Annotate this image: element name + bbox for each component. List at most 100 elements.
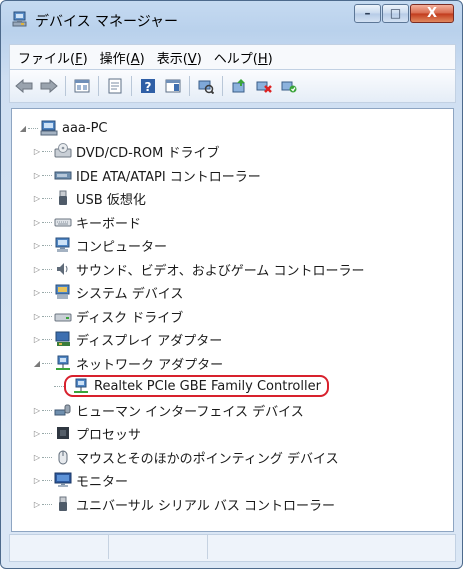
device-manager-window: デバイス マネージャー – □ X ファイル(F) 操作(A) 表示(V) ヘル… [0,0,463,569]
expand-arrow-icon[interactable]: ▷ [32,218,42,227]
title-bar[interactable]: デバイス マネージャー – □ X [1,1,462,37]
status-cell [109,535,208,559]
help-button[interactable]: ? [137,75,159,97]
tree-connector [42,503,52,505]
uninstall-device-button[interactable] [278,75,300,97]
scan-hardware-icon [198,80,214,94]
expand-arrow-icon[interactable]: ▷ [32,476,42,485]
expand-arrow-icon[interactable]: ▷ [32,453,42,462]
tree-item[interactable]: ▷ ヒューマン インターフェイス デバイス [32,399,304,421]
tree-connector [42,409,52,411]
uninstall-device-icon [281,81,297,93]
tree-item[interactable]: ▷ ディスク ドライブ [32,305,183,327]
tree-item[interactable]: ▷ システム デバイス [32,281,183,303]
status-cell [208,535,455,559]
close-button[interactable]: X [410,4,454,23]
menu-file[interactable]: ファイル(F) [18,48,88,67]
processor-icon [54,425,72,441]
expand-arrow-icon[interactable]: ▷ [32,429,42,438]
close-icon: X [426,6,438,21]
network-card-icon [72,378,90,394]
tree-item[interactable]: ▷ モニター [32,469,128,491]
toolbar-separator [131,76,132,96]
expand-arrow-icon[interactable]: ▷ [32,500,42,509]
keyboard-icon [54,214,72,230]
tree-item-label: モニター [76,474,129,490]
expand-arrow-icon[interactable]: ▷ [32,194,42,203]
console-tree-button[interactable] [104,75,126,97]
tree-item[interactable]: ▷ マウスとそのほかのポインティング デバイス [32,446,339,468]
action-pane-icon [165,79,181,93]
disable-device-button[interactable] [253,75,275,97]
tree-connector [42,197,52,199]
device-manager-icon [11,10,29,28]
computer-icon [54,237,72,253]
forward-button[interactable] [38,75,60,97]
network-adapter-icon [54,355,72,371]
toolbar-separator [222,76,223,96]
tree-item[interactable]: ▷ USB 仮想化 [32,187,146,209]
expand-arrow-icon[interactable]: ▷ [32,147,42,156]
tree-item[interactable]: ▷ ユニバーサル シリアル バス コントローラー [32,493,335,515]
expand-arrow-icon[interactable]: ▷ [32,312,42,321]
status-cell [10,535,109,559]
minimize-button[interactable]: – [354,4,381,23]
maximize-button[interactable]: □ [382,4,409,23]
menu-view[interactable]: 表示(V) [157,48,202,67]
tree-item[interactable]: ▷ IDE ATA/ATAPI コントローラー [32,164,261,186]
toolbar: ? [9,69,456,103]
tree-item[interactable]: ▷ サウンド、ビデオ、およびゲーム コントローラー [32,258,364,280]
speaker-icon [54,261,72,277]
selected-device[interactable]: Realtek PCIe GBE Family Controller [64,375,329,397]
hid-icon [54,402,72,418]
tree-connector [42,432,52,434]
ide-controller-icon [54,167,72,183]
tree-connector [42,456,52,458]
tree-item-label: ディスプレイ アダプター [76,333,223,349]
usb-icon [54,190,72,206]
tree-item[interactable]: ▷ プロセッサ [32,422,141,444]
toolbar-separator [65,76,66,96]
device-tree[interactable]: ◢ aaa-PC ▷ DVD/CD-ROM ドライブ ▷ IDE ATA/ATAPI … [11,108,454,532]
expand-arrow-icon[interactable]: ▷ [32,406,42,415]
window-title: デバイス マネージャー [35,14,179,30]
back-button[interactable] [13,75,35,97]
expand-arrow-icon[interactable]: ▷ [32,241,42,250]
tree-item[interactable]: ▷ DVD/CD-ROM ドライブ [32,140,219,162]
tree-item-label: ヒューマン インターフェイス デバイス [76,404,304,420]
tree-root-label: aaa-PC [62,120,108,136]
expand-arrow-icon[interactable]: ▷ [32,335,42,344]
display-adapter-icon [54,331,72,347]
scan-hardware-button[interactable] [195,75,217,97]
expand-arrow-icon[interactable]: ▷ [32,288,42,297]
tree-item-label: プロセッサ [76,427,142,443]
action-pane-button[interactable] [162,75,184,97]
menu-help[interactable]: ヘルプ(H) [214,48,273,67]
tree-connector [42,244,52,246]
tree-root[interactable]: ◢ aaa-PC [18,117,108,139]
tree-item-label: キーボード [76,216,142,232]
tree-item[interactable]: ▷ コンピューター [32,234,167,256]
tree-item[interactable]: ▷ キーボード [32,211,141,233]
console-tree-icon [108,78,122,94]
svg-text:?: ? [145,80,152,94]
properties-icon [74,79,90,93]
tree-item-label: ネットワーク アダプター [76,357,224,373]
properties-button[interactable] [71,75,93,97]
tree-item-label: DVD/CD-ROM ドライブ [76,145,220,161]
mouse-icon [54,449,72,465]
update-driver-button[interactable] [228,75,250,97]
tree-item[interactable]: ◢ ネットワーク アダプター [32,352,223,374]
expand-arrow-icon[interactable]: ▷ [32,265,42,274]
tree-item-network-card[interactable]: Realtek PCIe GBE Family Controller [54,375,329,397]
tree-connector [42,479,52,481]
tree-item[interactable]: ▷ ディスプレイ アダプター [32,328,222,350]
tree-connector [42,174,52,176]
maximize-icon: □ [389,6,402,20]
expand-arrow-icon[interactable]: ▷ [32,171,42,180]
menu-action[interactable]: 操作(A) [100,48,145,67]
collapse-arrow-icon[interactable]: ◢ [18,124,28,133]
tree-child-label: Realtek PCIe GBE Family Controller [94,378,321,394]
tree-item-label: ユニバーサル シリアル バス コントローラー [76,498,336,514]
collapse-arrow-icon[interactable]: ◢ [32,359,42,368]
